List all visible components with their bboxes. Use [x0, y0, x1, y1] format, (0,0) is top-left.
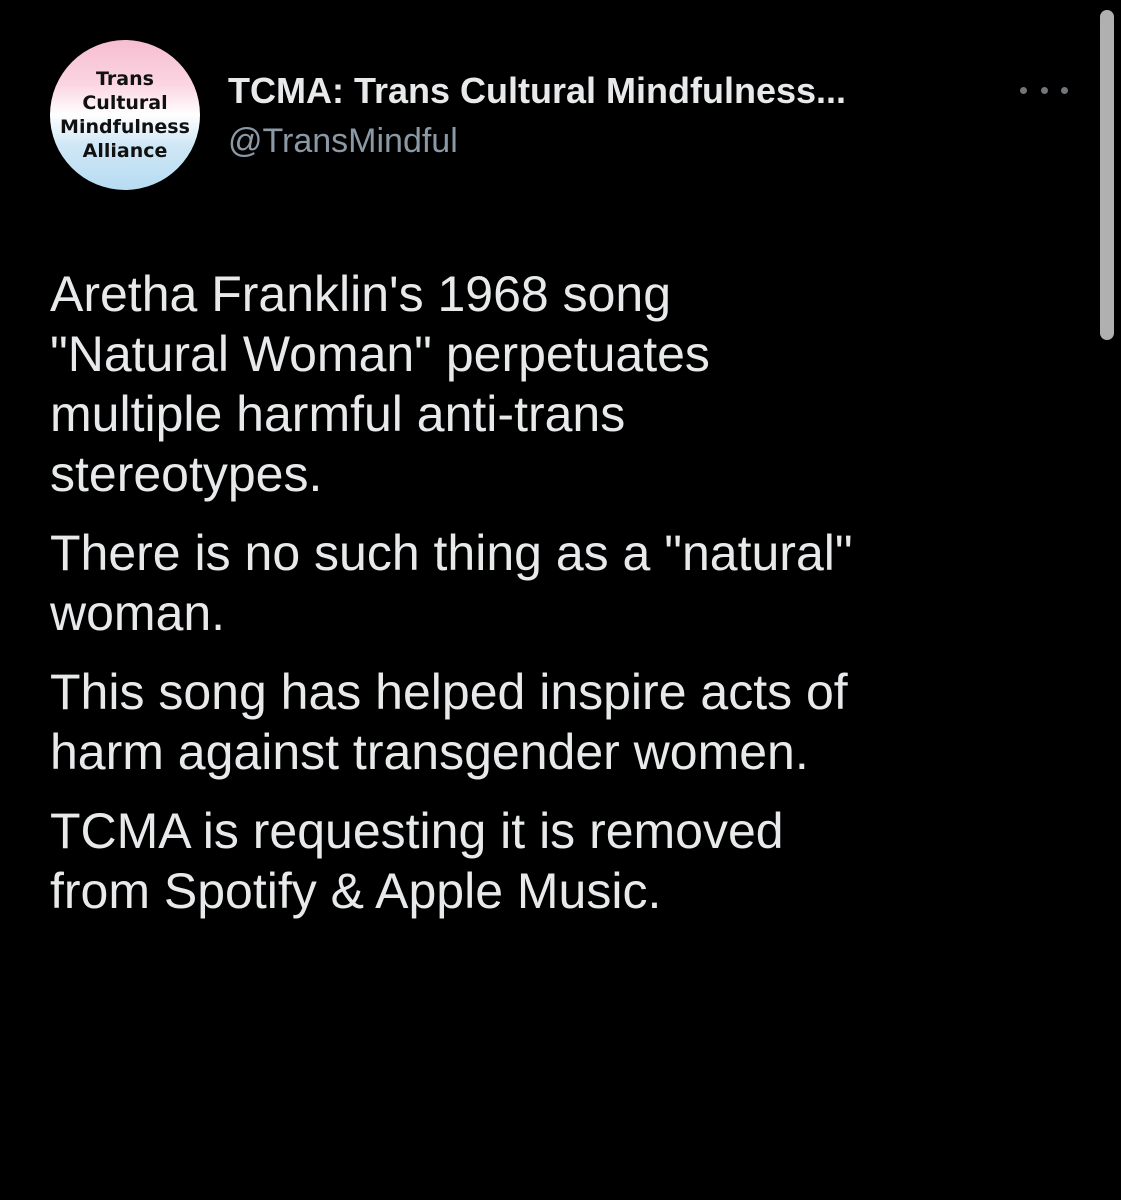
avatar[interactable]: Trans Cultural Mindfulness Alliance	[50, 40, 200, 190]
text-line: "Natural Woman" perpetuates	[50, 326, 710, 382]
text-line: This song has helped inspire acts of	[50, 664, 848, 720]
text-line: harm against transgender women.	[50, 724, 809, 780]
tweet-text: Aretha Franklin's 1968 song "Natural Wom…	[50, 264, 1090, 940]
text-line: There is no such thing as a "natural"	[50, 525, 853, 581]
dot-icon	[1061, 86, 1068, 94]
tweet-header: Trans Cultural Mindfulness Alliance TCMA…	[0, 0, 1121, 230]
avatar-logo-text: Trans Cultural Mindfulness Alliance	[50, 40, 200, 190]
tweet: Trans Cultural Mindfulness Alliance TCMA…	[0, 0, 1121, 1200]
tweet-paragraph: This song has helped inspire acts of har…	[50, 662, 1090, 782]
avatar-line: Trans	[96, 68, 154, 90]
dot-icon	[1020, 86, 1027, 94]
avatar-line: Cultural	[82, 92, 168, 114]
more-horizontal-icon[interactable]	[1020, 78, 1068, 102]
tweet-paragraph: Aretha Franklin's 1968 song "Natural Wom…	[50, 264, 1090, 504]
text-line: multiple harmful anti-trans	[50, 386, 626, 442]
tweet-paragraph: There is no such thing as a "natural" wo…	[50, 523, 1090, 643]
text-line: stereotypes.	[50, 446, 323, 502]
text-line: TCMA is requesting it is removed	[50, 803, 784, 859]
display-name[interactable]: TCMA: Trans Cultural Mindfulness...	[228, 70, 846, 112]
scrollbar[interactable]	[1100, 10, 1114, 340]
avatar-line: Alliance	[82, 140, 168, 162]
tweet-paragraph: TCMA is requesting it is removed from Sp…	[50, 801, 1090, 921]
dot-icon	[1040, 86, 1048, 94]
text-line: Aretha Franklin's 1968 song	[50, 266, 672, 322]
avatar-line: Mindfulness	[60, 116, 190, 138]
text-line: from Spotify & Apple Music.	[50, 863, 662, 919]
text-line: woman.	[50, 585, 226, 641]
user-handle[interactable]: @TransMindful	[228, 122, 458, 161]
